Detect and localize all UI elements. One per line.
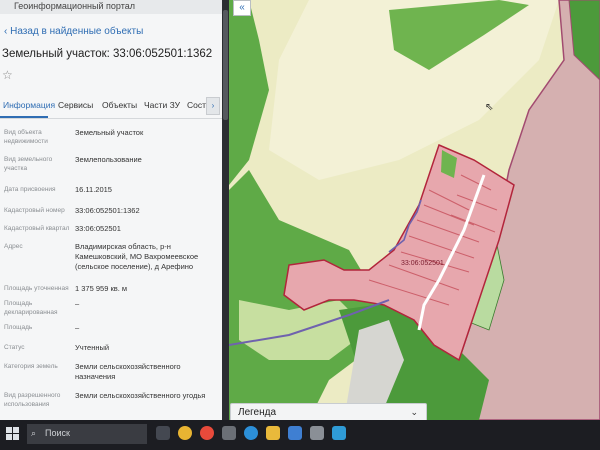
taskbar-search[interactable]: ⌕ Поиск (27, 424, 147, 444)
attribute-value: Земли сельскохозяйственного назначения (75, 362, 181, 381)
windows-start-icon[interactable] (6, 427, 20, 441)
tab-parcel-parts[interactable]: Части ЗУ (144, 100, 180, 110)
attribute-value: Земли сельскохозяйственного угодья (75, 391, 206, 400)
attribute-label: Площадь (4, 324, 33, 331)
portal-header: Геоинформационный портал (0, 0, 222, 14)
map-canvas[interactable]: 33:06:052501 (229, 0, 600, 420)
parcel-info-panel: Геоинформационный портал ‹ Назад в найде… (0, 0, 222, 420)
scrollbar-thumb[interactable] (223, 10, 228, 120)
info-tabs: Информация Сервисы Объекты Части ЗУ Сост… (0, 94, 222, 119)
tab-objects[interactable]: Объекты (102, 100, 137, 110)
attribute-value: Владимирская область, р-н Камешковский, … (75, 242, 199, 271)
store-icon[interactable] (310, 426, 324, 440)
attribute-value: Землепользование (75, 155, 142, 164)
search-icon: ⌕ (31, 428, 37, 438)
mouse-pointer-icon: ⇖ (485, 102, 494, 113)
double-chevron-left-icon[interactable]: « (233, 0, 251, 16)
map-layers: 33:06:052501 (229, 0, 600, 420)
active-tab-indicator (0, 116, 48, 118)
photos-icon[interactable] (332, 426, 346, 440)
yandex-browser-icon[interactable] (200, 426, 214, 440)
app-icon[interactable] (222, 426, 236, 440)
cadastral-block-label: 33:06:052501 (401, 260, 444, 267)
attribute-value: – (75, 299, 80, 308)
chevron-down-icon: ⌄ (410, 407, 418, 417)
attribute-label: Категория земель (4, 363, 58, 370)
panel-scrollbar[interactable] (222, 0, 229, 420)
attribute-value: 33:06:052501 (75, 224, 121, 233)
attribute-label: Вид разрешенного использования (4, 392, 61, 408)
windows-taskbar: ⌕ Поиск (0, 420, 600, 450)
chevron-right-icon[interactable]: › (206, 97, 220, 115)
attribute-value: Учтенный (75, 343, 110, 352)
attribute-value: 33:06:052501:1362 (75, 206, 140, 215)
back-to-results-link[interactable]: ‹ Назад в найденные объекты (4, 26, 143, 37)
legend-label: Легенда (238, 407, 277, 418)
edge-icon[interactable] (244, 426, 258, 440)
portal-title: Геоинформационный портал (14, 1, 135, 11)
chrome-icon[interactable] (178, 426, 192, 440)
attribute-label: Адрес (4, 243, 23, 250)
back-link-label: Назад в найденные объекты (10, 26, 144, 37)
mail-icon[interactable] (288, 426, 302, 440)
tab-information[interactable]: Информация (3, 100, 55, 110)
parcel-title: Земельный участок: 33:06:052501:1362 (2, 48, 213, 60)
star-outline-icon[interactable]: ☆ (2, 68, 13, 82)
attribute-label: Дата присвоения (4, 186, 56, 193)
attribute-label: Вид объекта недвижимости (4, 129, 48, 145)
attribute-value: Земельный участок (75, 128, 144, 137)
attribute-value: – (75, 323, 80, 332)
attribute-label: Статус (4, 344, 25, 351)
attribute-value: 1 375 959 кв. м (75, 284, 128, 293)
task-view-icon[interactable] (156, 426, 170, 440)
attribute-label: Площадь уточненная (4, 285, 69, 292)
attribute-label: Кадастровый квартал (4, 225, 70, 232)
attribute-label: Площадь декларированная (4, 300, 58, 316)
file-explorer-icon[interactable] (266, 426, 280, 440)
attribute-value: 16.11.2015 (75, 185, 112, 194)
attribute-label: Кадастровый номер (4, 207, 65, 214)
search-placeholder: Поиск (45, 428, 70, 438)
attribute-label: Вид земельного участка (4, 156, 53, 172)
tab-services[interactable]: Сервисы (58, 100, 93, 110)
